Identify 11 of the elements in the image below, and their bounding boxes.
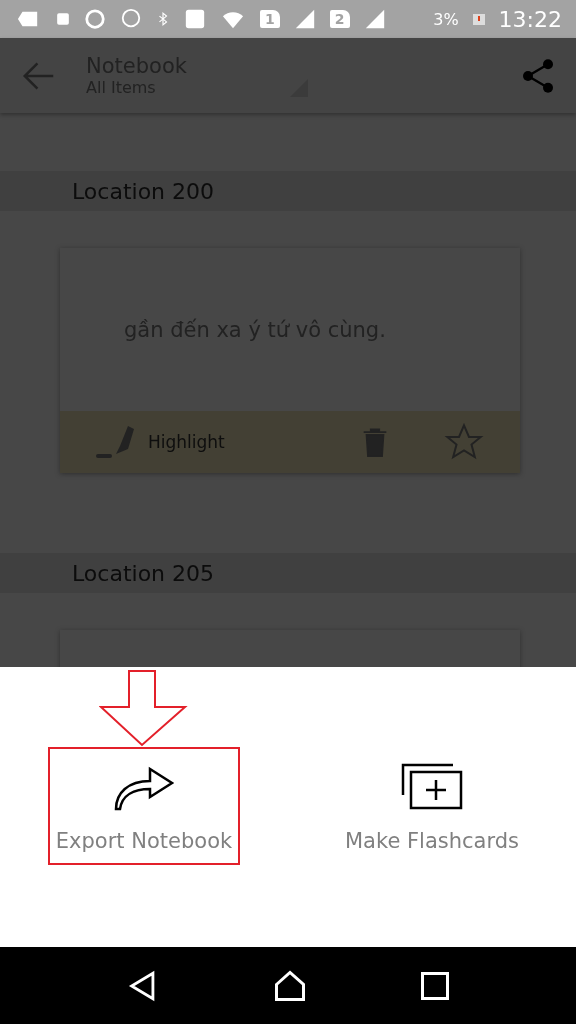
export-notebook-button[interactable]: Export Notebook [47, 747, 241, 865]
highlighter-icon [96, 424, 136, 460]
signal-icon [363, 8, 386, 30]
clock: 13:22 [498, 6, 562, 32]
star-button[interactable] [444, 422, 484, 462]
battery-percent: 3% [433, 9, 459, 29]
signal-icon [293, 8, 316, 30]
add-cards-icon [401, 763, 463, 811]
recents-button[interactable] [420, 970, 450, 1001]
sim-label: 2 [329, 10, 350, 28]
sim-label: 1 [260, 10, 280, 28]
